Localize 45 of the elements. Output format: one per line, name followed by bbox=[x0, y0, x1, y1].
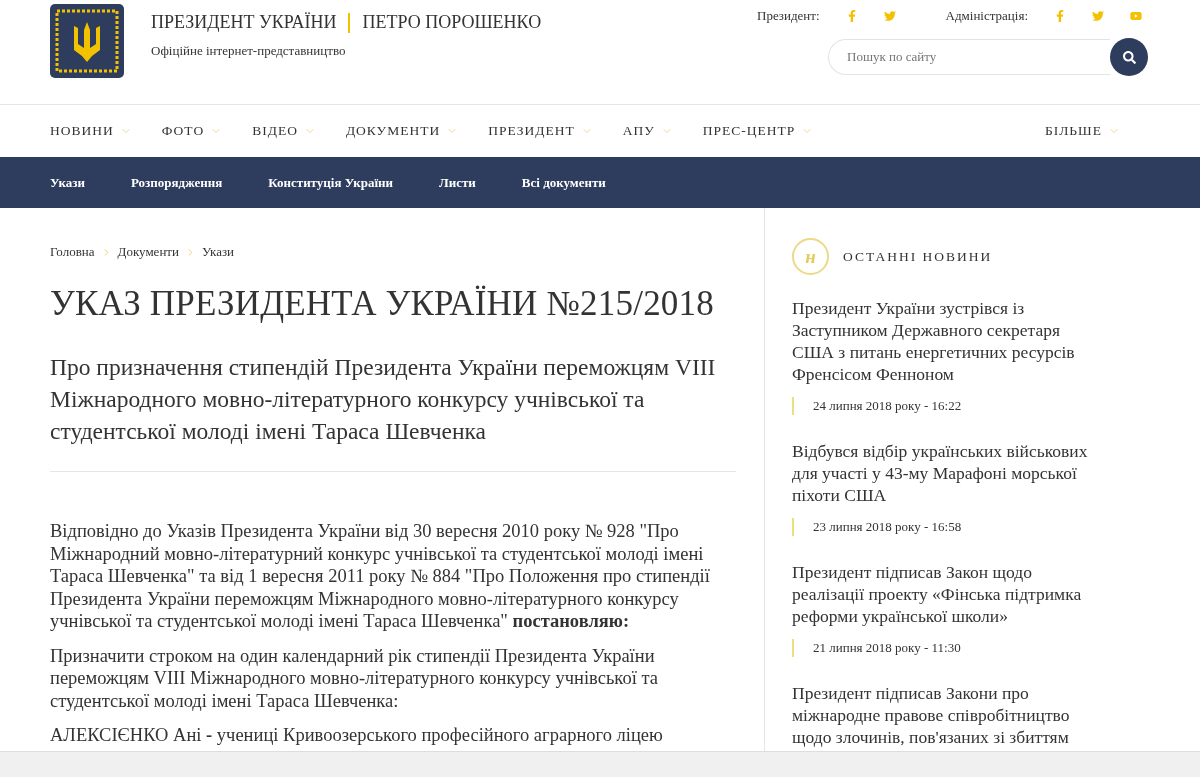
subnav-link[interactable]: Конституція України bbox=[268, 174, 393, 191]
social-label: Адміністрація: bbox=[945, 8, 1028, 24]
site-subtitle: Офіційне інтернет-представництво bbox=[151, 43, 347, 59]
subnav-link[interactable]: Укази bbox=[50, 174, 85, 191]
news-date: 24 липня 2018 року - 16:22 bbox=[792, 397, 1104, 415]
news-date: 23 липня 2018 року - 16:58 bbox=[792, 518, 1104, 536]
decree-subtitle: Про призначення стипендій Президента України переможцям VIII Міжнародного мовно-літературного конкурсу учнівської та студентської молоді імені Тараса Шевченка bbox=[50, 351, 736, 472]
body-paragraph: Призначити строком на один календарний рік стипендії Президента України переможцям VIII Міжнародного мовно-літературного конкурсу учнівської та студентської молоді імені Тараса Шевченка: bbox=[50, 644, 659, 712]
news-date: 21 липня 2018 року - 11:30 bbox=[792, 639, 1104, 657]
news-link[interactable]: Президент підписав Закони про міжнародне правове співробітництво щодо злочинів, пов'язаних зі збиттям bbox=[792, 682, 1104, 748]
nav-item[interactable]: НОВИНИ bbox=[50, 123, 132, 139]
nav-item[interactable]: ПРЕС-ЦЕНТР bbox=[702, 123, 814, 139]
breadcrumb-link[interactable]: Укази bbox=[202, 244, 235, 260]
site-title[interactable]: ПРЕЗИДЕНТ УКРАЇНИ bbox=[151, 12, 337, 33]
search-icon bbox=[1122, 50, 1136, 64]
news-link[interactable]: Відбувся відбір українських військових для участі у 43-му Марафоні морської піхоти США bbox=[792, 440, 1104, 506]
nav-item[interactable]: ФОТО bbox=[161, 123, 223, 139]
news-link[interactable]: Президент України зустрівся із Заступником Державного секретаря США з питань енергетичних ресурсів Френсісом Фенноном bbox=[792, 297, 1104, 385]
president-name[interactable]: ПЕТРО ПОРОШЕНКО bbox=[362, 12, 542, 33]
trident-emblem-icon[interactable] bbox=[50, 4, 124, 78]
page-title: УКАЗ ПРЕЗИДЕНТА УКРАЇНИ №215/2018 bbox=[50, 284, 715, 324]
breadcrumb-link[interactable]: Документи bbox=[117, 244, 179, 260]
twitter-icon[interactable] bbox=[1092, 10, 1104, 22]
search-button[interactable] bbox=[1110, 38, 1148, 76]
twitter-icon[interactable] bbox=[883, 10, 896, 22]
news-link[interactable]: Президент підписав Закон щодо реалізації проекту «Фінська підтримка реформи української школи» bbox=[792, 561, 1104, 627]
youtube-icon[interactable] bbox=[1130, 10, 1142, 22]
subnav-link[interactable]: Всі документи bbox=[521, 174, 606, 191]
nav-item[interactable]: ВІДЕО bbox=[252, 123, 316, 139]
horizontal-scrollbar[interactable] bbox=[0, 751, 1200, 777]
nav-item[interactable]: ПРЕЗИДЕНТ bbox=[488, 123, 593, 139]
nav-item[interactable]: АПУ bbox=[622, 123, 673, 139]
search-field[interactable]: Пошук по сайту bbox=[828, 39, 1110, 75]
news-badge: н bbox=[792, 238, 829, 275]
nav-item[interactable]: БІЛЬШЕ bbox=[1044, 123, 1120, 139]
breadcrumb-link[interactable]: Головна bbox=[50, 244, 95, 260]
subnav-link[interactable]: Розпорядження bbox=[131, 174, 223, 191]
chevron-icon bbox=[185, 246, 196, 258]
social-label: Президент: bbox=[757, 8, 820, 24]
body-paragraph: АЛЕКСІЄНКО Ані - учениці Кривоозерського професійного аграрного ліцею bbox=[50, 724, 664, 747]
body-paragraph: Відповідно до Указів Президента України від 30 вересня 2010 року № 928 "Про Міжнародний мовно-літературний конкурс учнівської та студентської молоді імені Тараса Шевченка" та від 1 вересня 2011 року № 884 "Про Положення про стипендії Президента України переможцям Міжнародного мовно-літературного конкурсу учнівської та студентської молоді імені Тараса Шевченка" постановляю: bbox=[50, 520, 711, 633]
facebook-icon[interactable] bbox=[1054, 10, 1066, 22]
sidebar-heading: ОСТАННІ НОВИНИ bbox=[843, 248, 993, 265]
subnav-link[interactable]: Листи bbox=[439, 174, 476, 191]
nav-item[interactable]: ДОКУМЕНТИ bbox=[345, 123, 459, 139]
